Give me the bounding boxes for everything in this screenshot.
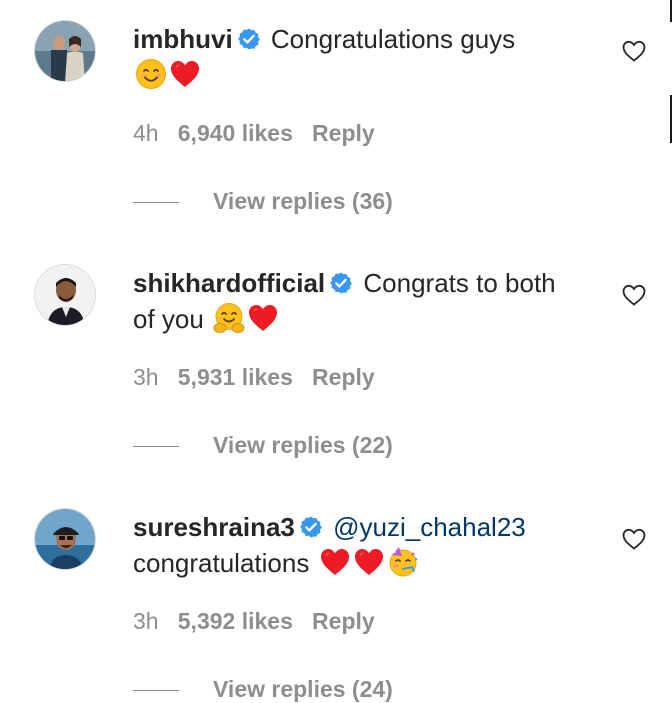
comment-body: congratulations <box>133 548 310 578</box>
verified-badge-icon <box>299 515 323 539</box>
comment-meta: 3h 5,931 likes Reply <box>133 363 375 391</box>
comment-text: imbhuvi Congratulations guys <box>133 21 573 93</box>
comment-text: sureshraina3 @yuzi_chahal23 congratulati… <box>133 509 573 581</box>
view-replies-button[interactable]: View replies (22) <box>133 431 393 459</box>
replies-divider <box>133 690 179 692</box>
reply-button[interactable]: Reply <box>312 608 375 634</box>
comment-time: 3h <box>133 608 159 634</box>
view-replies-label: View replies (22) <box>213 432 393 458</box>
view-replies-label: View replies (36) <box>213 188 393 214</box>
mention-link[interactable]: @yuzi_chahal23 <box>333 512 526 542</box>
reply-button[interactable]: Reply <box>312 364 375 390</box>
avatar[interactable] <box>34 508 96 570</box>
username[interactable]: shikhardofficial <box>133 268 325 298</box>
view-replies-button[interactable]: View replies (24) <box>133 675 393 703</box>
likes-count[interactable]: 5,931 likes <box>178 364 293 390</box>
view-replies-label: View replies (24) <box>213 676 393 702</box>
smiling-face-icon <box>136 59 166 89</box>
comment-time: 4h <box>133 120 159 146</box>
view-replies-button[interactable]: View replies (36) <box>133 187 393 215</box>
like-heart-icon[interactable] <box>622 528 646 550</box>
comment-time: 3h <box>133 364 159 390</box>
username[interactable]: imbhuvi <box>133 24 233 54</box>
reply-button[interactable]: Reply <box>312 120 375 146</box>
red-heart-icon <box>169 58 201 90</box>
verified-badge-icon <box>237 27 261 51</box>
likes-count[interactable]: 5,392 likes <box>178 608 293 634</box>
partying-face-icon <box>389 547 417 577</box>
replies-divider <box>133 446 179 448</box>
red-heart-icon <box>353 546 385 578</box>
comment-body: Congratulations guys <box>270 24 516 54</box>
hugging-face-icon <box>213 303 245 333</box>
avatar[interactable] <box>34 20 96 82</box>
comment-meta: 4h 6,940 likes Reply <box>133 119 375 147</box>
red-heart-icon <box>247 302 279 334</box>
comment-text: shikhardofficial Congrats to both of you <box>133 265 573 337</box>
avatar[interactable] <box>34 264 96 326</box>
likes-count[interactable]: 6,940 likes <box>178 120 293 146</box>
comment-meta: 3h 5,392 likes Reply <box>133 607 375 635</box>
verified-badge-icon <box>329 271 353 295</box>
username[interactable]: sureshraina3 <box>133 512 295 542</box>
like-heart-icon[interactable] <box>622 284 646 306</box>
replies-divider <box>133 202 179 204</box>
red-heart-icon <box>319 546 351 578</box>
like-heart-icon[interactable] <box>622 40 646 62</box>
